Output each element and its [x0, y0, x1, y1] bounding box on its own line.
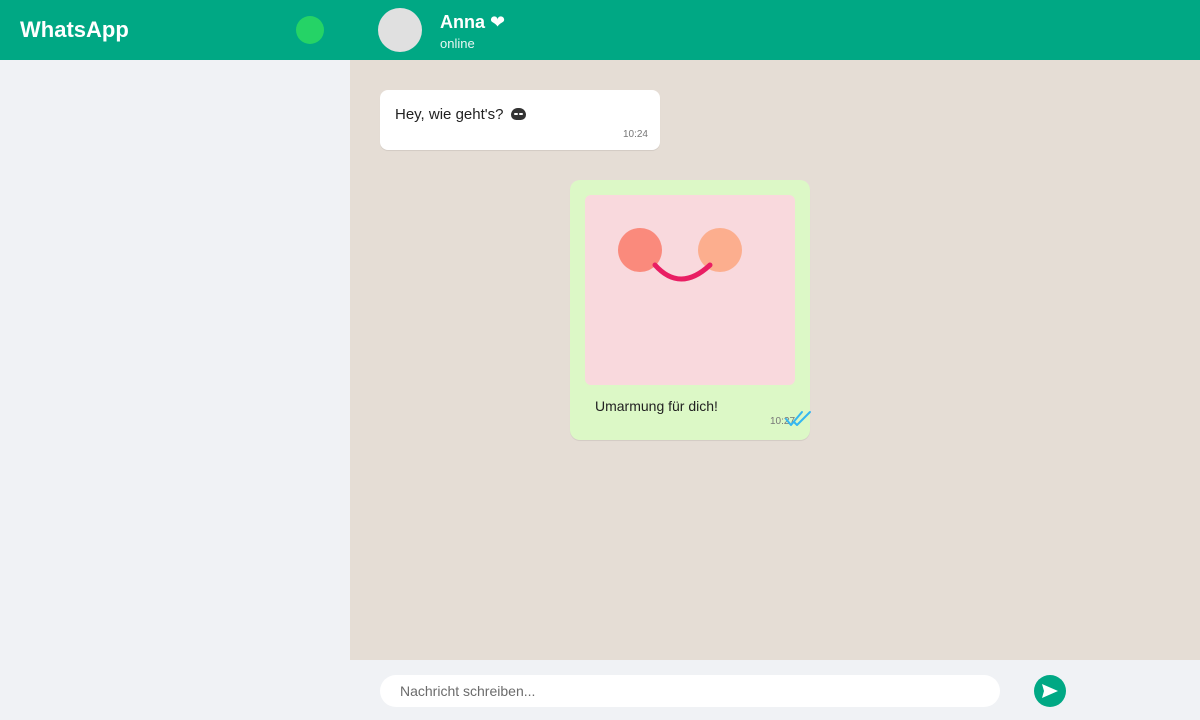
smiling-face-icon — [510, 108, 526, 120]
message-text: Hey, wie geht's? — [395, 106, 504, 123]
avatar[interactable] — [378, 8, 422, 52]
message-text-wrap: Hey, wie geht's? — [395, 106, 526, 124]
double-check-icon — [785, 411, 811, 426]
sticker-caption: Umarmung für dich! — [595, 398, 718, 414]
sticker-right-cheek — [698, 228, 742, 272]
incoming-message[interactable]: Hey, wie geht's? 10:24 — [380, 90, 660, 150]
composer-bar — [350, 660, 1200, 720]
status-icon[interactable] — [296, 16, 324, 44]
sidebar-header: WhatsApp — [0, 0, 350, 60]
send-icon — [1042, 684, 1058, 698]
outgoing-message[interactable]: Umarmung für dich! 10:27 — [570, 180, 811, 440]
send-button[interactable] — [1034, 675, 1066, 707]
message-time: 10:24 — [622, 129, 648, 140]
hug-face-sticker[interactable] — [585, 195, 795, 385]
sidebar: WhatsApp — [0, 0, 350, 720]
chat-pane: Anna ❤ online Hey, wie geht's? 10:24 Uma… — [350, 0, 1200, 720]
contact-name: Anna ❤ — [440, 12, 506, 32]
sticker-graphic — [618, 228, 742, 282]
app-title: WhatsApp — [20, 17, 129, 42]
sticker-smile — [652, 262, 713, 282]
message-input[interactable] — [380, 675, 1000, 707]
chat-header[interactable]: Anna ❤ online — [350, 0, 1200, 60]
message-list: Hey, wie geht's? 10:24 Umarmung für dich… — [350, 60, 1200, 660]
contact-status: online — [440, 36, 475, 51]
